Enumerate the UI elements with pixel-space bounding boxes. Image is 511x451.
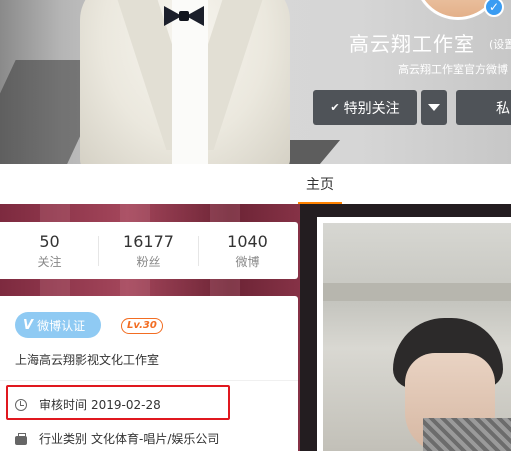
highlight-box: [6, 385, 230, 420]
stat-fans[interactable]: 16177 粉丝: [99, 232, 198, 270]
stat-following-label: 关注: [37, 255, 62, 269]
level-badge[interactable]: Lv.30: [121, 318, 163, 334]
industry-label: 行业类别: [39, 432, 88, 446]
profile-intro: 高云翔工作室官方微博: [398, 63, 508, 76]
featured-photo[interactable]: [323, 223, 511, 451]
stat-following[interactable]: 50 关注: [0, 232, 99, 270]
message-label: 私: [496, 100, 510, 117]
divider: [0, 380, 298, 381]
stat-posts[interactable]: 1040 微博: [198, 232, 297, 270]
stat-following-value: 50: [39, 232, 60, 251]
follow-options-button[interactable]: [421, 90, 447, 125]
weibo-verified-badge[interactable]: V 微博认证: [15, 312, 101, 338]
profile-tab-bar: 主页: [0, 164, 511, 204]
check-icon: ✔: [330, 101, 340, 114]
briefcase-icon: [15, 432, 27, 445]
stat-posts-value: 1040: [227, 232, 268, 251]
stat-fans-label: 粉丝: [136, 255, 161, 269]
industry-value: 文化体育-唱片/娱乐公司: [91, 432, 220, 446]
chevron-down-icon: [428, 104, 440, 111]
weibo-verified-label: 微博认证: [37, 318, 86, 333]
special-follow-label: 特别关注: [343, 100, 400, 117]
profile-name: 高云翔工作室: [349, 32, 475, 56]
organization-name: 上海高云翔影视文化工作室: [15, 353, 160, 367]
message-button[interactable]: 私: [456, 90, 511, 125]
industry-row: 行业类别 文化体育-唱片/娱乐公司: [15, 430, 219, 447]
stat-fans-value: 16177: [123, 232, 174, 251]
stats-card: 50 关注 16177 粉丝 1040 微博: [0, 222, 298, 279]
cover-photo-bowtie: [164, 4, 204, 28]
stat-posts-label: 微博: [235, 255, 260, 269]
profile-info-card: V 微博认证 Lv.30 上海高云翔影视文化工作室 审核时间 2019-02-2…: [0, 296, 298, 451]
tab-home[interactable]: 主页: [298, 164, 342, 204]
special-follow-button[interactable]: ✔ 特别关注: [313, 90, 417, 125]
profile-name-suffix[interactable]: (设置: [489, 36, 511, 52]
v-icon: V: [23, 317, 34, 333]
cover-banner: ✓ 高云翔工作室 (设置 高云翔工作室官方微博 ✔ 特别关注 私: [0, 0, 511, 164]
